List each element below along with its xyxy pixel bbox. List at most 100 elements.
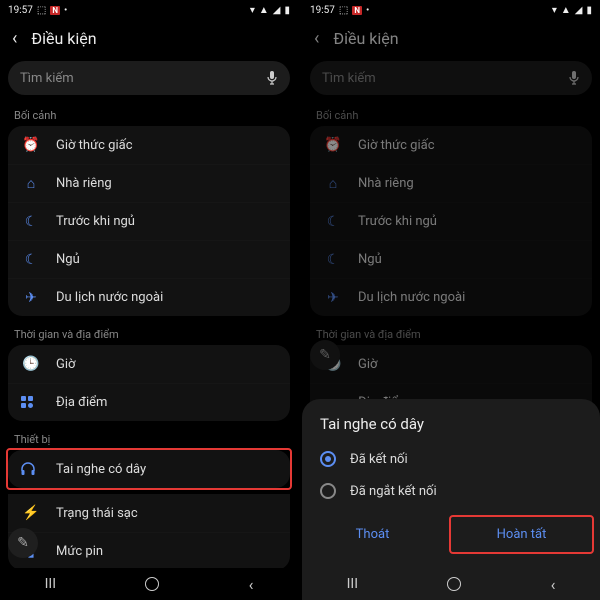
edit-fab[interactable]: ✎ bbox=[8, 528, 38, 558]
moon-icon: ☾ bbox=[20, 214, 42, 230]
section-timeplace: Thời gian và địa điểm bbox=[0, 322, 298, 345]
headphone-icon bbox=[20, 461, 42, 477]
clock-icon: 🕒 bbox=[20, 356, 42, 372]
item-label: Ngủ bbox=[56, 252, 80, 267]
volte-icon: ▾ bbox=[552, 5, 557, 16]
section-timeplace: Thời gian và địa điểm bbox=[302, 322, 600, 345]
back-icon: ‹ bbox=[314, 28, 319, 49]
search-placeholder: Tìm kiếm bbox=[20, 71, 74, 86]
item-label: Nhà riêng bbox=[56, 176, 112, 191]
status-dots-icon: • bbox=[366, 5, 369, 16]
item-label: Giờ thức giấc bbox=[56, 138, 133, 153]
highlight-headphone: Tai nghe có dây bbox=[6, 448, 292, 490]
radio-icon-checked bbox=[320, 451, 336, 467]
screen-right: 19:57 ⬚ N • ▾ ▲ ◢ ▮ ‹ Điều kiện Tìm kiếm… bbox=[302, 0, 600, 600]
dialog-title: Tai nghe có dây bbox=[302, 413, 600, 443]
item-label: Giờ bbox=[56, 357, 75, 372]
item-label: Giờ thức giấc bbox=[358, 138, 435, 153]
item-label: Nhà riêng bbox=[358, 176, 414, 191]
nav-recents[interactable]: III bbox=[45, 576, 56, 592]
item-headphone[interactable]: Tai nghe có dây bbox=[8, 450, 290, 488]
radio-label: Đã kết nối bbox=[350, 452, 408, 467]
status-time: 19:57 bbox=[8, 5, 33, 16]
item-time[interactable]: 🕒 Giờ bbox=[8, 345, 290, 383]
status-icon: ⬚ bbox=[37, 5, 46, 16]
moon-icon: ☾ bbox=[20, 252, 42, 268]
wifi-icon: ▲ bbox=[561, 5, 571, 16]
alarm-icon: ⏰ bbox=[20, 137, 42, 153]
nav-bar: III ‹ bbox=[0, 568, 298, 600]
item-before-sleep[interactable]: ☾ Trước khi ngủ bbox=[8, 202, 290, 240]
screen-left: 19:57 ⬚ N • ▾ ▲ ◢ ▮ ‹ Điều kiện Tìm kiếm… bbox=[0, 0, 298, 600]
item-place[interactable]: Địa điểm bbox=[8, 383, 290, 421]
wifi-icon: ▲ bbox=[259, 5, 269, 16]
notif-badge-icon: N bbox=[50, 6, 60, 15]
search-placeholder: Tìm kiếm bbox=[322, 71, 376, 86]
item-label: Trước khi ngủ bbox=[56, 214, 135, 229]
group-timeplace: 🕒 Giờ Địa điểm bbox=[8, 345, 290, 421]
status-bar: 19:57 ⬚ N • ▾ ▲ ◢ ▮ bbox=[0, 0, 298, 20]
search-input: Tìm kiếm bbox=[310, 61, 592, 95]
nav-back[interactable]: ‹ bbox=[249, 575, 254, 594]
back-icon[interactable]: ‹ bbox=[12, 28, 17, 49]
radio-connected[interactable]: Đã kết nối bbox=[302, 443, 600, 475]
status-icon: ⬚ bbox=[339, 5, 348, 16]
nav-home[interactable] bbox=[447, 577, 461, 591]
mic-icon bbox=[568, 70, 580, 86]
item-travel[interactable]: ✈ Du lịch nước ngoài bbox=[8, 278, 290, 316]
item-label: Du lịch nước ngoài bbox=[56, 290, 163, 305]
edit-fab: ✎ bbox=[310, 340, 340, 370]
cancel-button[interactable]: Thoát bbox=[302, 517, 443, 554]
moon-icon: ☾ bbox=[322, 252, 344, 268]
status-time: 19:57 bbox=[310, 5, 335, 16]
dialog-actions: Thoát Hoàn tất bbox=[302, 517, 600, 554]
done-button[interactable]: Hoàn tất bbox=[449, 515, 594, 554]
group-context: ⏰ Giờ thức giấc ⌂ Nhà riêng ☾ Trước khi … bbox=[8, 126, 290, 316]
item-label: Trạng thái sạc bbox=[56, 506, 138, 521]
app-header: ‹ Điều kiện bbox=[0, 20, 298, 59]
radio-icon-unchecked bbox=[320, 483, 336, 499]
mic-icon[interactable] bbox=[266, 70, 278, 86]
item-label: Tai nghe có dây bbox=[56, 462, 146, 477]
battery-icon: ▮ bbox=[586, 5, 592, 16]
item-label: Địa điểm bbox=[56, 395, 107, 410]
item-label: Ngủ bbox=[358, 252, 382, 267]
home-icon: ⌂ bbox=[20, 175, 42, 192]
radio-label: Đã ngắt kết nối bbox=[350, 484, 437, 499]
page-title: Điều kiện bbox=[31, 29, 96, 48]
notif-badge-icon: N bbox=[352, 6, 362, 15]
plane-icon: ✈ bbox=[322, 290, 344, 306]
item-label: Giờ bbox=[358, 357, 377, 372]
plane-icon: ✈ bbox=[20, 290, 42, 306]
item-label: Du lịch nước ngoài bbox=[358, 290, 465, 305]
status-dots-icon: • bbox=[64, 5, 67, 16]
item-sleep[interactable]: ☾ Ngủ bbox=[8, 240, 290, 278]
nav-home[interactable] bbox=[145, 577, 159, 591]
item-wake[interactable]: ⏰ Giờ thức giấc bbox=[8, 126, 290, 164]
page-title: Điều kiện bbox=[333, 29, 398, 48]
volte-icon: ▾ bbox=[250, 5, 255, 16]
section-context: Bối cảnh bbox=[302, 103, 600, 126]
battery-icon: ▮ bbox=[284, 5, 290, 16]
place-icon bbox=[20, 395, 42, 410]
nav-bar: III ‹ bbox=[302, 568, 600, 600]
signal-icon: ◢ bbox=[273, 5, 281, 16]
item-label: Trước khi ngủ bbox=[358, 214, 437, 229]
group-device-rest: ⚡ Trạng thái sạc ▮ Mức pin bbox=[8, 494, 290, 568]
signal-icon: ◢ bbox=[575, 5, 583, 16]
radio-disconnected[interactable]: Đã ngắt kết nối bbox=[302, 475, 600, 507]
section-context: Bối cảnh bbox=[0, 103, 298, 126]
alarm-icon: ⏰ bbox=[322, 137, 344, 153]
item-label: Mức pin bbox=[56, 544, 103, 559]
item-battery[interactable]: ▮ Mức pin bbox=[8, 532, 290, 568]
item-home[interactable]: ⌂ Nhà riêng bbox=[8, 164, 290, 202]
moon-icon: ☾ bbox=[322, 214, 344, 230]
status-bar: 19:57 ⬚ N • ▾ ▲ ◢ ▮ bbox=[302, 0, 600, 20]
nav-back[interactable]: ‹ bbox=[551, 575, 556, 594]
home-icon: ⌂ bbox=[322, 175, 344, 192]
nav-recents[interactable]: III bbox=[347, 576, 358, 592]
search-input[interactable]: Tìm kiếm bbox=[8, 61, 290, 95]
bolt-icon: ⚡ bbox=[20, 505, 42, 521]
section-device: Thiết bị bbox=[0, 427, 298, 450]
item-charging[interactable]: ⚡ Trạng thái sạc bbox=[8, 494, 290, 532]
